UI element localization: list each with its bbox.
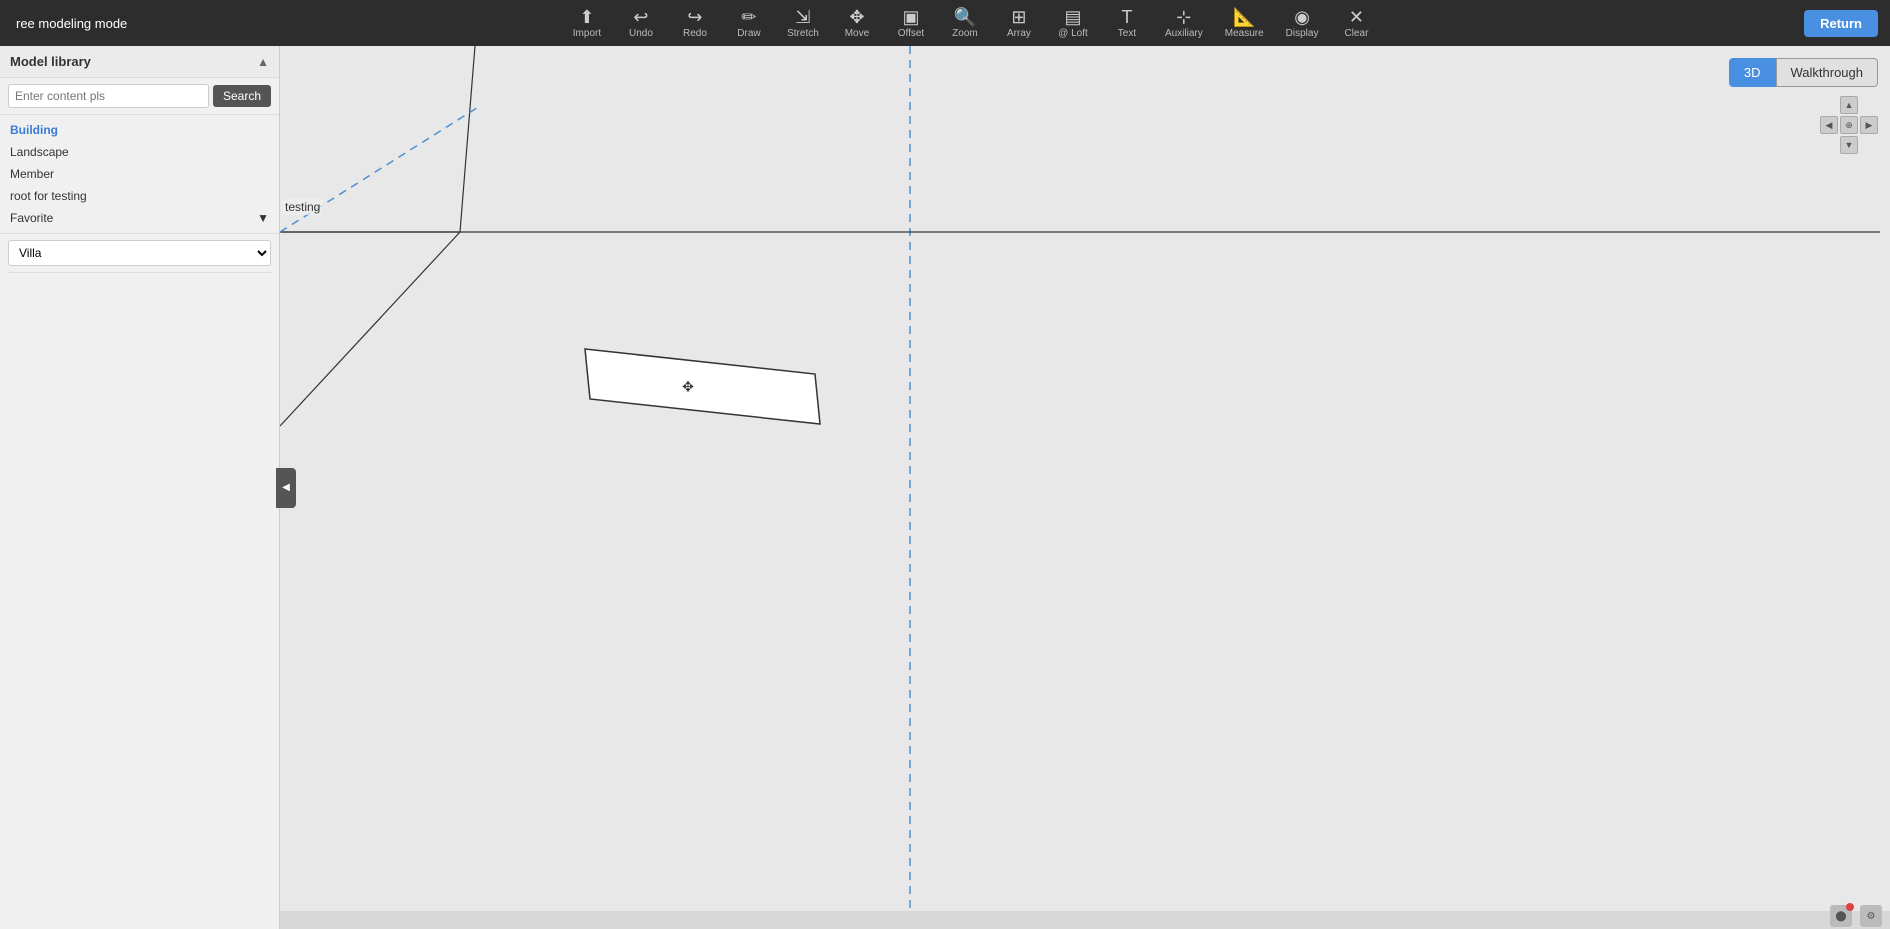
return-button[interactable]: Return	[1804, 10, 1878, 37]
measure-label: Measure	[1225, 28, 1264, 39]
tool-clear[interactable]: ✕ Clear	[1330, 5, 1382, 42]
sidebar-favorite[interactable]: Favorite ▼	[8, 207, 271, 229]
settings-icon[interactable]: ⚙	[1860, 905, 1882, 927]
canvas-area[interactable]: 3D Walkthrough ▲ ◀ ⊕ ▶ ▼	[280, 46, 1890, 929]
tool-display[interactable]: ◉ Display	[1276, 5, 1329, 42]
tool-array[interactable]: ⊞ Array	[993, 5, 1045, 42]
sidebar-nav: BuildingLandscapeMemberroot for testingF…	[0, 115, 279, 234]
tool-measure[interactable]: 📐 Measure	[1215, 5, 1274, 42]
tool-text[interactable]: T Text	[1101, 5, 1153, 42]
auxiliary-icon: ⊹	[1176, 8, 1191, 26]
svg-text:✥: ✥	[682, 379, 694, 395]
bottom-icons: ⬤ ⚙	[1830, 905, 1882, 927]
move-icon: ✥	[849, 8, 864, 26]
undo-label: Undo	[629, 28, 653, 39]
text-label: Text	[1118, 28, 1136, 39]
array-label: Array	[1007, 28, 1031, 39]
redo-icon: ↪	[687, 8, 702, 26]
search-input[interactable]	[8, 84, 209, 108]
array-icon: ⊞	[1011, 8, 1026, 26]
sidebar-search: Search	[0, 78, 279, 115]
offset-icon: ▣	[902, 8, 919, 26]
redo-label: Redo	[683, 28, 707, 39]
tool-redo[interactable]: ↪ Redo	[669, 5, 721, 42]
sidebar-category: VillaModernClassicContemporary	[8, 240, 271, 273]
notifications-icon[interactable]: ⬤	[1830, 905, 1852, 927]
toolbar-tools: ⬆ Import ↩ Undo ↪ Redo ✏ Draw ⇲ Stretch ✥ Move ▣ Offs…	[139, 5, 1804, 42]
clear-label: Clear	[1345, 28, 1369, 39]
bottom-bar: ⬤ ⚙	[280, 911, 1890, 929]
favorite-label: Favorite	[10, 211, 53, 225]
import-label: Import	[573, 28, 601, 39]
model-library-title: Model library	[10, 54, 91, 69]
search-button[interactable]: Search	[213, 85, 271, 107]
sidebar: Model library ▲ Search BuildingLandscape…	[0, 46, 280, 929]
undo-icon: ↩	[633, 8, 648, 26]
tool-zoom[interactable]: 🔍 Zoom	[939, 5, 991, 42]
favorite-chevron[interactable]: ▼	[257, 211, 269, 225]
mode-title: ree modeling mode	[4, 16, 139, 31]
loft-icon: ▤	[1064, 8, 1081, 26]
category-select[interactable]: VillaModernClassicContemporary	[8, 240, 271, 266]
sidebar-collapse-toggle[interactable]: ◀	[276, 468, 296, 508]
tool-offset[interactable]: ▣ Offset	[885, 5, 937, 42]
toolbar-right: Return	[1804, 10, 1886, 37]
loft-label: @ Loft	[1058, 28, 1088, 39]
offset-label: Offset	[898, 28, 925, 39]
draw-icon: ✏	[741, 8, 756, 26]
text-icon: T	[1121, 8, 1132, 26]
stretch-label: Stretch	[787, 28, 819, 39]
sidebar-nav-root_for_testing[interactable]: root for testing	[8, 185, 271, 207]
auxiliary-label: Auxiliary	[1165, 28, 1203, 39]
sidebar-header: Model library ▲	[0, 46, 279, 78]
sidebar-nav-member[interactable]: Member	[8, 163, 271, 185]
canvas-svg: ✥	[280, 46, 1890, 929]
stretch-icon: ⇲	[795, 8, 810, 26]
draw-label: Draw	[737, 28, 760, 39]
tool-move[interactable]: ✥ Move	[831, 5, 883, 42]
tool-stretch[interactable]: ⇲ Stretch	[777, 5, 829, 42]
tool-loft[interactable]: ▤ @ Loft	[1047, 5, 1099, 42]
measure-icon: 📐	[1233, 8, 1255, 26]
main-layout: Model library ▲ Search BuildingLandscape…	[0, 46, 1890, 929]
display-icon: ◉	[1294, 8, 1310, 26]
notification-dot	[1846, 903, 1854, 911]
clear-icon: ✕	[1349, 8, 1364, 26]
zoom-icon: 🔍	[954, 8, 976, 26]
tool-undo[interactable]: ↩ Undo	[615, 5, 667, 42]
tool-draw[interactable]: ✏ Draw	[723, 5, 775, 42]
sidebar-nav-building[interactable]: Building	[8, 119, 271, 141]
import-icon: ⬆	[579, 8, 594, 26]
tool-auxiliary[interactable]: ⊹ Auxiliary	[1155, 5, 1213, 42]
display-label: Display	[1286, 28, 1319, 39]
collapse-chevron[interactable]: ▲	[257, 55, 269, 69]
toolbar: ree modeling mode ⬆ Import ↩ Undo ↪ Redo ✏ Draw…	[0, 0, 1890, 46]
tool-import[interactable]: ⬆ Import	[561, 5, 613, 42]
move-label: Move	[845, 28, 869, 39]
model-grid	[0, 279, 279, 929]
zoom-label: Zoom	[952, 28, 978, 39]
sidebar-nav-landscape[interactable]: Landscape	[8, 141, 271, 163]
